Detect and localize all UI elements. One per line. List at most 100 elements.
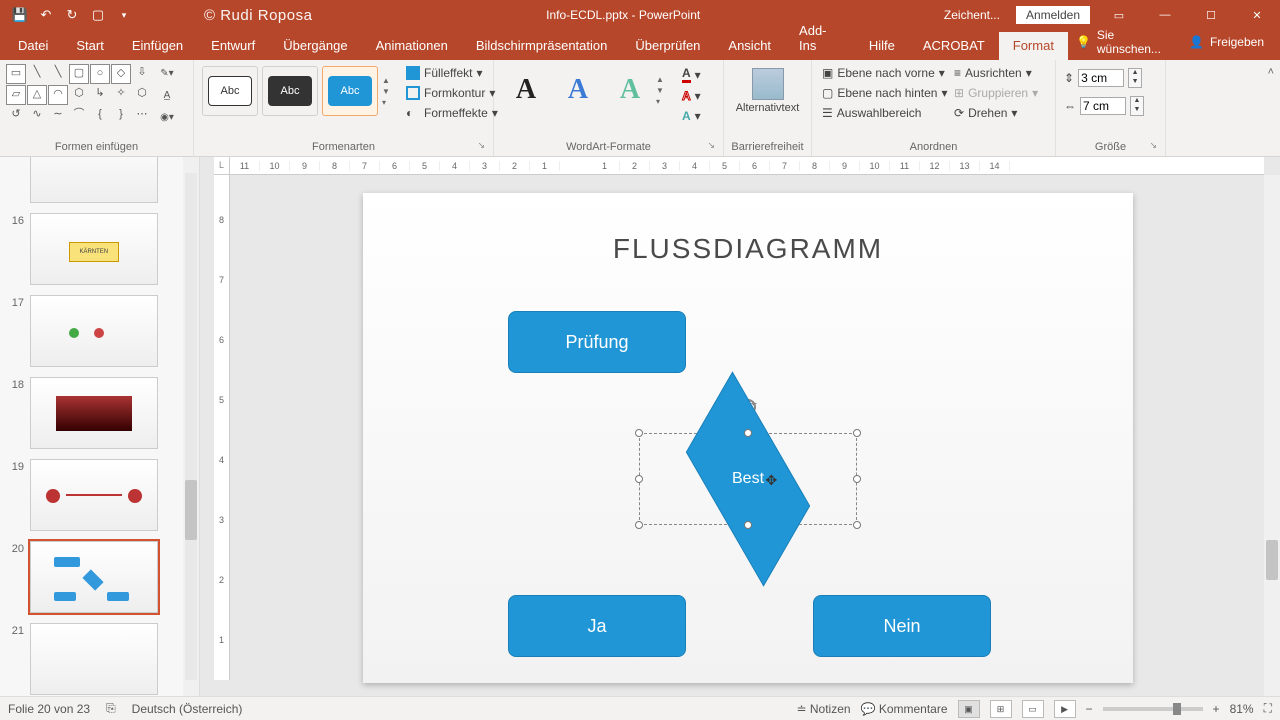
tell-me[interactable]: 💡Sie wünschen... [1068,24,1175,60]
canvas-scrollbar[interactable] [1264,175,1280,696]
diamond-label[interactable]: Best [732,470,764,488]
align[interactable]: ≡Ausrichten ▾ [950,64,1049,82]
wa-up-icon[interactable]: ▲ [656,75,670,84]
styles-dialog-icon[interactable]: ↘ [477,140,485,151]
alt-text-button[interactable]: Alternativtext [737,64,799,114]
share-button[interactable]: 👤Freigeben [1181,31,1272,53]
notes-button[interactable]: ≐ Notizen [796,702,850,716]
thumb-20[interactable]: 20 [0,537,183,619]
handle-w[interactable] [635,475,643,483]
height-up-icon[interactable]: ▲ [1129,69,1141,78]
comments-button[interactable]: 💬 Kommentare [861,702,948,716]
width-up-icon[interactable]: ▲ [1131,97,1143,106]
tab-uebergaenge[interactable]: Übergänge [269,32,361,60]
handle-s[interactable] [744,521,752,529]
shape-width[interactable]: ⇔ ▲▼ [1064,96,1144,116]
sign-in-button[interactable]: Anmelden [1016,6,1090,24]
tab-start[interactable]: Start [62,32,117,60]
normal-view-icon[interactable]: ▣ [958,700,980,718]
zoom-slider[interactable] [1103,707,1203,711]
wordart-style-1[interactable]: A [502,66,550,114]
text-effects[interactable]: A ▾ [676,107,707,125]
wordart-style-3[interactable]: A [606,66,654,114]
size-dialog-icon[interactable]: ↘ [1149,140,1157,151]
save-icon[interactable]: 💾 [8,3,32,27]
thumbs-scrollbar[interactable] [183,157,199,696]
wordart-dialog-icon[interactable]: ↘ [707,140,715,151]
handle-ne[interactable] [853,429,861,437]
shape-style-3[interactable]: Abc [322,66,378,116]
group-shapes[interactable]: ⊞Gruppieren ▾ [950,84,1049,102]
text-fill[interactable]: A ▾ [676,64,707,85]
tab-einfuegen[interactable]: Einfügen [118,32,197,60]
zoom-in-icon[interactable]: + [1213,702,1220,716]
width-down-icon[interactable]: ▼ [1131,106,1143,115]
wordart-style-2[interactable]: A [554,66,602,114]
thumb-18[interactable]: 18 [0,373,183,455]
handle-n[interactable] [744,429,752,437]
style-more-icon[interactable]: ▾ [382,98,396,107]
tab-addins[interactable]: Add-Ins [785,17,855,60]
zoom-out-icon[interactable]: − [1086,702,1093,716]
thumb-16[interactable]: 16KÄRNTEN [0,209,183,291]
tab-ansicht[interactable]: Ansicht [714,32,785,60]
bring-forward[interactable]: ▣Ebene nach vorne ▾ [818,64,950,82]
handle-se[interactable] [853,521,861,529]
slide[interactable]: FLUSSDIAGRAMM Prüfung Best ✥ [363,193,1133,683]
reading-view-icon[interactable]: ▭ [1022,700,1044,718]
shape-effects[interactable]: ◐Formeffekte ▾ [400,104,504,122]
thumb-21[interactable]: 21 [0,619,183,696]
style-down-icon[interactable]: ▼ [382,87,396,96]
tab-format[interactable]: Format [999,32,1068,60]
tab-animationen[interactable]: Animationen [362,32,462,60]
merge-shapes-icon[interactable]: ◉▾ [156,108,178,128]
shape-outline[interactable]: Formkontur ▾ [400,84,504,102]
zoom-level[interactable]: 81% [1230,702,1254,716]
rotate[interactable]: ⟳Drehen ▾ [950,104,1049,122]
undo-icon[interactable]: ↶ [34,3,58,27]
slideshow-view-icon[interactable]: ▶ [1054,700,1076,718]
shape-style-1[interactable]: Abc [202,66,258,116]
shape-nein[interactable]: Nein [813,595,991,657]
shape-style-2[interactable]: Abc [262,66,318,116]
tab-bildschirm[interactable]: Bildschirmpräsentation [462,32,622,60]
selection-pane[interactable]: ☰Auswahlbereich [818,104,950,122]
shape-diamond-selected[interactable]: Best ✥ [639,433,857,525]
shapes-more[interactable]: ✎▾ A̲ ◉▾ [156,64,178,128]
fit-to-window-icon[interactable]: ⛶ [1264,701,1272,716]
tab-hilfe[interactable]: Hilfe [855,32,909,60]
text-outline[interactable]: A ▾ [676,87,707,105]
wa-more-icon[interactable]: ▾ [656,97,670,106]
sorter-view-icon[interactable]: ⊞ [990,700,1012,718]
style-up-icon[interactable]: ▲ [382,76,396,85]
status-language[interactable]: Deutsch (Österreich) [132,702,243,716]
text-box-icon[interactable]: A̲ [156,86,178,106]
shape-height[interactable]: ⇕ ▲▼ [1064,68,1142,88]
shape-ja[interactable]: Ja [508,595,686,657]
edit-shape-icon[interactable]: ✎▾ [156,64,178,84]
tab-ueberpruefen[interactable]: Überprüfen [621,32,714,60]
tab-datei[interactable]: Datei [4,32,62,60]
handle-e[interactable] [853,475,861,483]
shape-pruefung[interactable]: Prüfung [508,311,686,373]
thumb-17[interactable]: 17 [0,291,183,373]
redo-icon[interactable]: ↻ [60,3,84,27]
width-input[interactable] [1080,97,1126,115]
handle-nw[interactable] [635,429,643,437]
height-input[interactable] [1078,69,1124,87]
tab-entwurf[interactable]: Entwurf [197,32,269,60]
height-down-icon[interactable]: ▼ [1129,78,1141,87]
qat-more-icon[interactable]: ▾ [112,3,136,27]
send-backward[interactable]: ▢Ebene nach hinten ▾ [818,84,950,102]
shapes-gallery[interactable]: ▭╲╲▢○◇⇩ ▱△◠⬡↳✧⬡ ↺∿∼⌒{}⋯ [6,64,152,126]
start-from-beginning-icon[interactable]: ▢ [86,3,110,27]
accessibility-icon[interactable]: ⎘ [106,701,116,716]
tab-acrobat[interactable]: ACROBAT [909,32,999,60]
slide-title[interactable]: FLUSSDIAGRAMM [363,233,1133,265]
wa-down-icon[interactable]: ▼ [656,86,670,95]
collapse-ribbon-icon[interactable]: ˄ [1268,66,1274,78]
handle-sw[interactable] [635,521,643,529]
thumb-15-partial[interactable] [0,157,183,209]
shape-fill[interactable]: Fülleffekt ▾ [400,64,504,82]
thumb-19[interactable]: 19 [0,455,183,537]
